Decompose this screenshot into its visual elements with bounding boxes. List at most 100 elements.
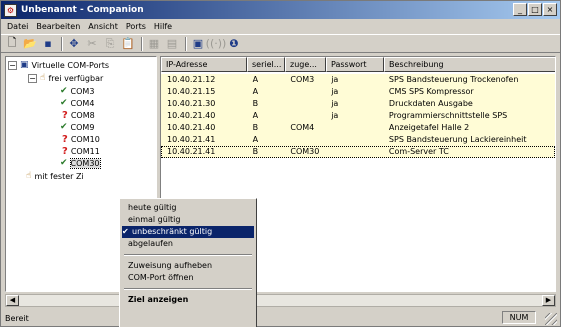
column-serial[interactable]: seriel... [247,57,285,72]
cell-serial: A [252,111,259,120]
tree-root[interactable]: − ▣ Virtuelle COM-Ports [8,59,109,71]
menu-separator [124,288,252,290]
cell-assigned: COM30 [290,147,320,156]
cell-description: SPS Bandsteuerung Lackiereinheit [388,135,527,144]
cell-assigned: COM3 [290,75,315,84]
menu-item-unlimited-valid[interactable]: ✔ unbeschränkt gültig [122,226,254,238]
computer-icon[interactable]: ▣ [190,36,206,51]
new-icon[interactable]: 🗋 [4,36,20,51]
cell-serial: B [252,99,259,108]
close-button[interactable]: × [543,3,557,16]
minimize-button[interactable]: _ [513,3,527,16]
scroll-left-button[interactable]: ◀ [6,295,19,306]
table-row[interactable]: 10.40.21.40 Aja Programmierschnittstelle S… [161,110,555,122]
cell-ip: 10.40.21.15 [167,87,216,96]
menu-item-today-valid[interactable]: heute gültig [122,202,254,214]
cell-serial: A [252,87,259,96]
cell-assigned [284,110,325,122]
hand-icon: ☝ [40,73,46,83]
status-bar: Bereit NUM [1,310,560,326]
menu-datei[interactable]: Datei [3,22,32,31]
menu-item-show-target[interactable]: Ziel anzeigen [122,294,254,306]
toolbar-separator [61,36,63,51]
table-row[interactable]: 10.40.21.12 A COM3 ja SPS Bandsteuerung Troc… [161,74,555,86]
menu-item-open-com-port[interactable]: COM-Port öffnen [122,272,254,284]
computer-icon: ▣ [20,60,29,70]
menu-item-once-valid[interactable]: einmal gültig [122,214,254,226]
hand-icon: ☝ [26,171,32,181]
check-icon: ✔ [60,158,68,168]
column-assigned[interactable]: zuge... [285,57,326,72]
cell-assigned [284,134,325,146]
cell-ip: 10.40.21.41 [167,147,216,156]
port-label: COM10 [70,134,100,144]
menu-bar: Datei Bearbeiten Ansicht Ports Hilfe [1,19,560,33]
settings-icon[interactable]: ▤ [164,36,180,51]
menu-separator [124,254,252,256]
cell-description: Programmierschnittstelle SPS [388,111,508,120]
question-icon: ? [62,145,68,157]
tree-group-free[interactable]: − ☝ frei verfügbar [28,72,103,84]
table-row[interactable]: 10.40.21.41 B COM30 Com-Server TC [161,146,555,158]
resize-grip[interactable] [545,313,557,325]
menu-bearbeiten[interactable]: Bearbeiten [32,22,84,31]
tree-port-com4[interactable]: ✔ COM4 [60,97,94,109]
menu-hilfe[interactable]: Hilfe [150,22,176,31]
menu-item-remove-assignment[interactable]: Zuweisung aufheben [122,260,254,272]
properties-icon[interactable]: ▦ [146,36,162,51]
cell-description: Anzeigetafel Halle 2 [388,123,470,132]
move-icon[interactable]: ✥ [66,36,82,51]
cut-icon[interactable]: ✂ [84,36,100,51]
column-password[interactable]: Passwort [326,57,384,72]
copy-icon[interactable]: ⎘ [102,36,118,51]
table-row[interactable]: 10.40.21.41 A SPS Bandsteuerung Lackierein… [161,134,555,146]
table-row[interactable]: 10.40.21.40 B COM4 Anzeigetafel Halle 2 [161,122,555,134]
companion-window: ⚙ Unbenannt - Companion _ □ × Datei Bear… [0,0,561,327]
collapse-icon[interactable]: − [28,73,37,83]
check-icon: ✔ [60,98,68,108]
table-row[interactable]: 10.40.21.15 Aja CMS SPS Kompressor [161,86,555,98]
menu-item-expired[interactable]: abgelaufen [122,238,254,250]
title-bar[interactable]: ⚙ Unbenannt - Companion _ □ × [1,1,560,19]
cell-ip: 10.40.21.40 [167,123,216,132]
context-menu: heute gültig einmal gültig ✔ unbeschränkt… [119,198,257,327]
paste-icon[interactable]: 📋 [120,36,136,51]
scroll-right-button[interactable]: ▶ [542,295,555,306]
column-description[interactable]: Beschreibung [384,57,555,72]
tree-group-fixed[interactable]: ☝ mit fester Zi [26,170,84,182]
open-icon[interactable]: 📂 [22,36,38,51]
cell-ip: 10.40.21.41 [167,135,216,144]
horizontal-scrollbar[interactable]: ◀ ▶ [5,294,556,307]
cell-description: Com-Server TC [388,147,449,156]
cell-password [325,122,383,134]
collapse-icon[interactable]: − [8,60,17,70]
menu-ansicht[interactable]: Ansicht [84,22,122,31]
question-icon: ? [62,109,68,121]
cell-description: CMS SPS Kompressor [388,87,474,96]
save-icon[interactable]: ▪ [40,36,56,51]
companion-app-icon: ⚙ [4,3,17,17]
cell-assigned: COM4 [290,123,315,132]
maximize-button[interactable]: □ [528,3,542,16]
tree-port-com9[interactable]: ✔ COM9 [60,121,94,133]
cell-password: ja [331,99,339,108]
table-row[interactable]: 10.40.21.30 Bja Druckdaten Ausgabe [161,98,555,110]
signal-icon[interactable]: ((·)) [206,36,227,51]
info-icon[interactable]: ❶ [226,36,242,51]
toolbar-separator [185,36,187,51]
tree-port-com3[interactable]: ✔ COM3 [60,85,94,97]
cell-serial: A [252,75,259,84]
tree-port-com11[interactable]: ? COM11 [62,145,100,157]
check-icon: ✔ [60,122,68,132]
column-ip[interactable]: IP-Adresse [161,57,247,72]
tree-port-com30[interactable]: ✔ COM30 [60,157,101,169]
tree-port-com10[interactable]: ? COM10 [62,133,100,145]
cell-password [325,146,383,158]
cell-password: ja [331,87,339,96]
cell-ip: 10.40.21.12 [167,75,216,84]
tree-root-label: Virtuelle COM-Ports [31,60,110,70]
window-controls: _ □ × [513,3,557,16]
menu-ports[interactable]: Ports [122,22,150,31]
tree-port-com8[interactable]: ? COM8 [62,109,95,121]
cell-assigned [284,86,325,98]
